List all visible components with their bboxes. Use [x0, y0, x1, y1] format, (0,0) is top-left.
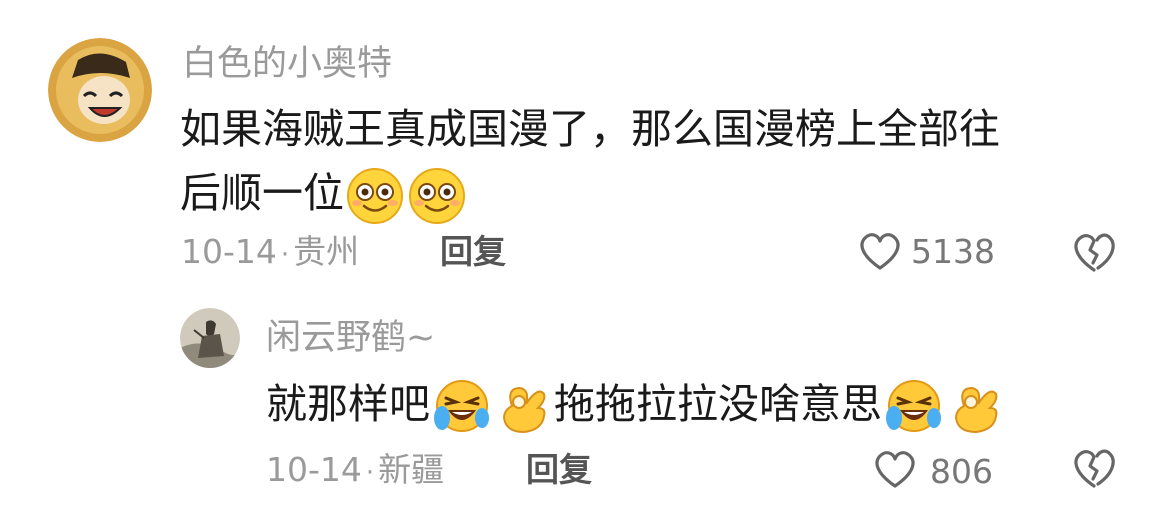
meta-separator: · — [365, 458, 375, 488]
reply-like-count: 806 — [930, 452, 993, 491]
heart-icon — [872, 448, 918, 494]
comment-text-line-1: 如果海贼王真成国漫了，那么国漫榜上全部往 — [180, 105, 1000, 153]
comment-text: 如果海贼王真成国漫了，那么国漫榜上全部往 后顺一位 — [180, 97, 1140, 225]
reply-date: 10-14 — [266, 450, 362, 489]
reply-username[interactable]: 闲云野鹤~ — [266, 318, 435, 358]
ok-hand-emoji — [946, 378, 1004, 436]
smile-face-emoji — [346, 167, 404, 225]
laughing-crying-emoji — [884, 378, 942, 436]
comment-date: 10-14 — [181, 232, 277, 271]
reply-like-button[interactable]: 806 — [872, 446, 1012, 494]
reply-location: 新疆 — [378, 450, 445, 489]
reply-text: 就那样吧 拖拖拉拉没啥意思 — [266, 372, 1006, 436]
ok-hand-emoji — [494, 378, 552, 436]
comment-text-line-2: 后顺一位 — [180, 161, 1140, 225]
meta-separator: · — [280, 240, 290, 270]
broken-heart-icon — [1070, 233, 1118, 278]
comment-like-count: 5138 — [911, 232, 995, 271]
comment-meta: 10-14 · 贵州 — [181, 232, 359, 275]
comment-like-button[interactable]: 5138 — [857, 228, 1007, 276]
laughing-crying-emoji — [432, 378, 490, 436]
smile-face-emoji — [408, 167, 466, 225]
reply-text-part-1: 就那样吧 — [266, 380, 430, 428]
heart-icon — [857, 230, 903, 276]
broken-heart-icon — [1070, 449, 1118, 494]
reply-text-part-2: 拖拖拉拉没啥意思 — [554, 380, 882, 428]
avatar[interactable] — [48, 38, 152, 142]
comment-text-line-2-text: 后顺一位 — [180, 169, 344, 217]
reply-reply-button[interactable]: 回复 — [526, 450, 592, 490]
reply-dislike-button[interactable] — [1070, 446, 1120, 492]
reply-avatar[interactable] — [180, 308, 240, 368]
reply-meta: 10-14 · 新疆 — [266, 450, 444, 493]
comment-reply-button[interactable]: 回复 — [440, 232, 506, 272]
comment-dislike-button[interactable] — [1070, 230, 1120, 276]
comment-username[interactable]: 白色的小奥特 — [182, 44, 392, 84]
comment-location: 贵州 — [293, 232, 360, 271]
